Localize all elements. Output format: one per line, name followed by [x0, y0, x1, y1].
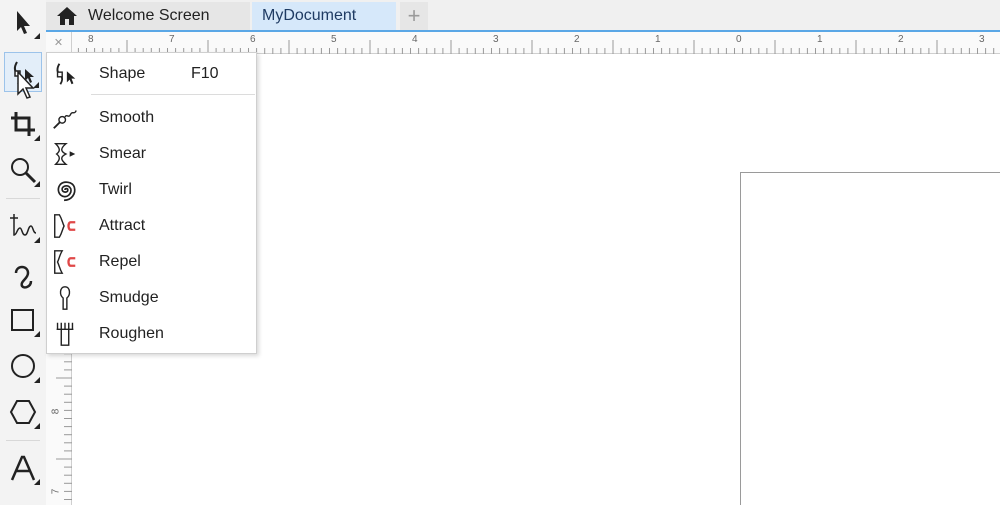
flyout-indicator-icon	[34, 377, 40, 383]
shape-node-icon	[56, 63, 76, 85]
flyout-item-label: Attract	[99, 217, 146, 234]
toolbox-separator	[6, 198, 40, 199]
flyout-indicator-icon	[34, 331, 40, 337]
tab-label: MyDocument	[262, 7, 357, 24]
smudge-icon	[59, 286, 71, 310]
ruler-ticks	[46, 40, 995, 54]
flyout-item-label: Repel	[99, 253, 141, 270]
flyout-separator	[91, 94, 255, 95]
repel-magnet-icon	[54, 250, 76, 274]
flyout-item-twirl[interactable]: Twirl	[47, 172, 256, 208]
ruler-number: 2	[574, 34, 580, 45]
flyout-indicator-icon	[34, 135, 40, 141]
flyout-item-attract[interactable]: Attract	[47, 208, 256, 244]
rectangle-tool-button[interactable]	[4, 300, 42, 340]
flyout-item-smooth[interactable]: Smooth	[47, 100, 256, 136]
ruler-number: 1	[817, 34, 823, 45]
ruler-number: 0	[736, 34, 742, 45]
artistic-media-tool-button[interactable]	[4, 254, 42, 294]
flyout-item-label: Smooth	[99, 109, 155, 126]
flyout-item-label: Shape	[99, 65, 146, 82]
flyout-indicator-icon	[34, 423, 40, 429]
roughen-icon	[56, 322, 74, 346]
zoom-tool-button[interactable]	[4, 150, 42, 190]
flyout-indicator-icon	[34, 237, 40, 243]
flyout-item-label: Twirl	[99, 181, 132, 198]
pick-tool-button[interactable]	[4, 2, 42, 42]
flyout-item-label: Roughen	[99, 325, 164, 342]
flyout-indicator-icon	[34, 479, 40, 485]
ruler-number: 4	[412, 34, 418, 45]
flyout-indicator-icon	[34, 181, 40, 187]
flyout-item-repel[interactable]: Repel	[47, 244, 256, 280]
ruler-origin-icon[interactable]: ✕	[46, 32, 72, 54]
attract-magnet-icon	[54, 214, 76, 238]
ellipse-tool-button[interactable]	[4, 346, 42, 386]
shape-tool-flyout: Shape F10 Smooth Smear Twirl Attract Rep…	[46, 52, 257, 354]
flyout-item-smear[interactable]: Smear	[47, 136, 256, 172]
flyout-indicator-icon	[34, 33, 40, 39]
flyout-item-label: Smear	[99, 145, 147, 162]
flyout-item-roughen[interactable]: Roughen	[47, 316, 256, 352]
ruler-number: 3	[979, 34, 985, 45]
crop-tool-button[interactable]	[4, 104, 42, 144]
smear-icon	[53, 143, 76, 165]
smooth-icon	[53, 110, 77, 129]
add-tab-button[interactable]: +	[400, 2, 428, 30]
page-boundary	[740, 172, 1000, 505]
freehand-tool-button[interactable]	[4, 206, 42, 246]
ruler-number: 7	[169, 34, 175, 45]
ruler-number: 6	[250, 34, 256, 45]
add-tab-icon: +	[407, 3, 421, 28]
toolbox-separator	[6, 440, 40, 441]
tab-welcome-screen[interactable]: Welcome Screen	[46, 2, 250, 30]
home-icon	[57, 7, 77, 25]
mouse-cursor-icon	[17, 70, 35, 99]
document-tab-bar: Welcome Screen MyDocument +	[46, 0, 1000, 32]
ruler-number: 7	[50, 488, 62, 495]
horizontal-ruler[interactable]: 8 7 6 5 4 3 2 1 0 1 2 3	[46, 32, 1000, 54]
flyout-item-shape[interactable]: Shape F10	[47, 56, 256, 92]
flyout-item-smudge[interactable]: Smudge	[47, 280, 256, 316]
ruler-number: 1	[655, 34, 661, 45]
text-tool-button[interactable]	[4, 448, 42, 488]
ruler-number: 8	[50, 408, 62, 415]
curve-icon	[14, 265, 33, 289]
polygon-tool-button[interactable]	[4, 392, 42, 432]
twirl-icon	[57, 181, 76, 202]
tab-mydocument[interactable]: MyDocument	[252, 2, 396, 30]
ruler-number: 8	[88, 34, 94, 45]
ruler-number: 5	[331, 34, 337, 45]
tab-label: Welcome Screen	[88, 7, 210, 24]
ruler-number: 3	[493, 34, 499, 45]
ruler-number: 2	[898, 34, 904, 45]
shortcut-label: F10	[191, 65, 219, 82]
flyout-item-label: Smudge	[99, 289, 159, 306]
